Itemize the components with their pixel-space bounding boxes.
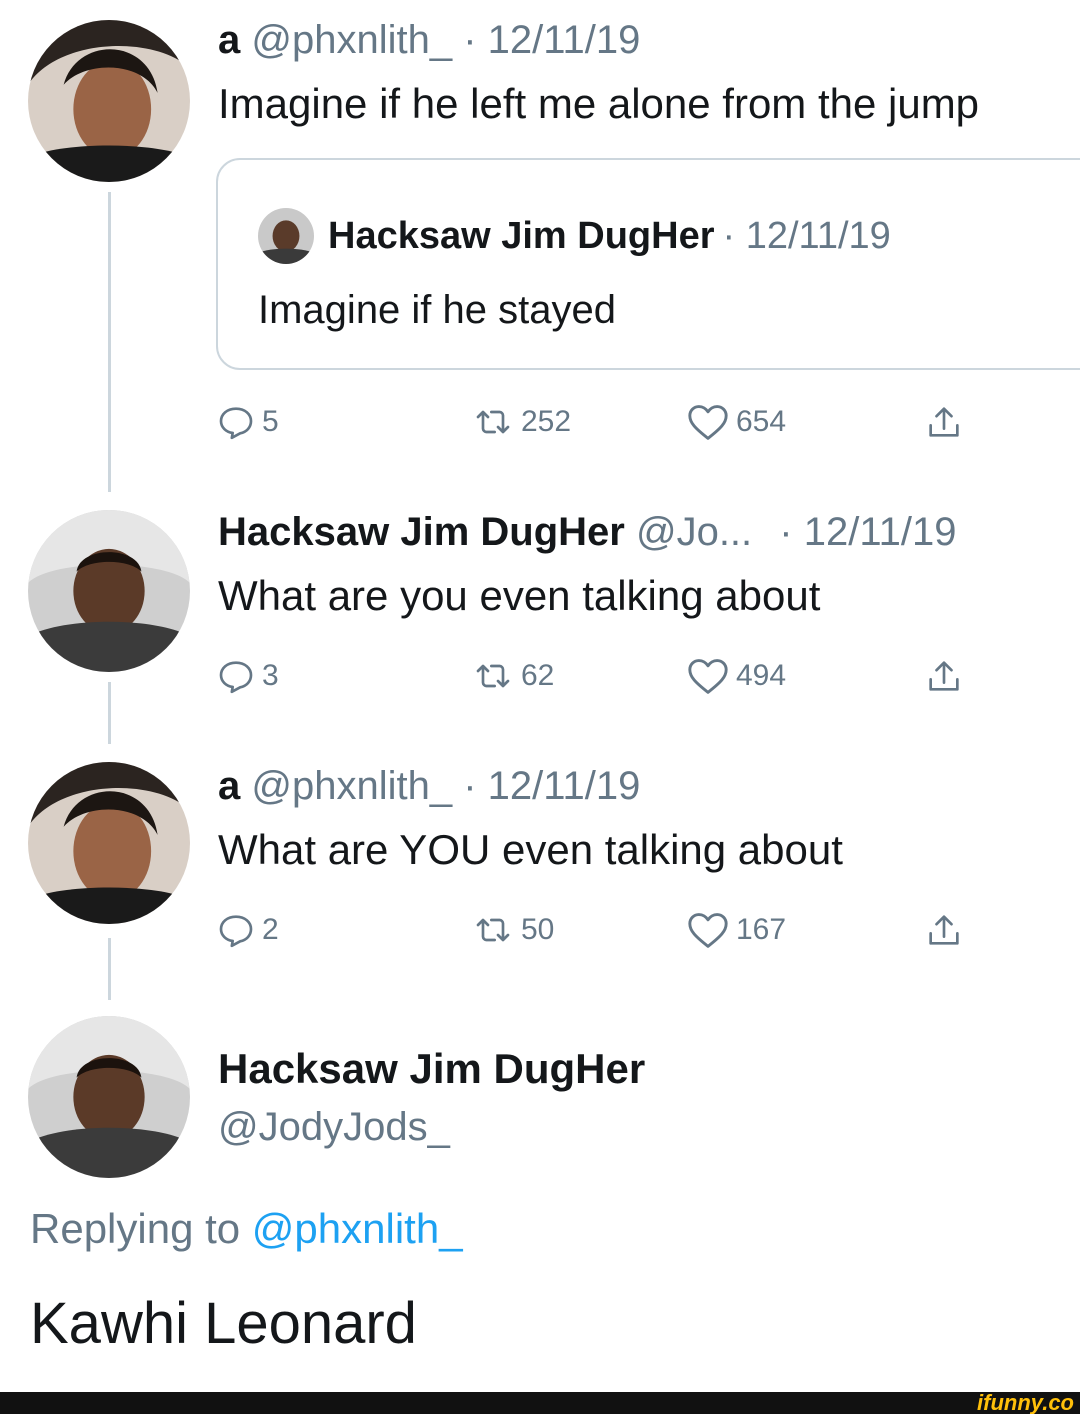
replying-to-link[interactable]: @phxnlith_ <box>252 1205 463 1252</box>
quoted-tweet-text: Imagine if he stayed <box>258 288 616 332</box>
like-count: 494 <box>736 659 787 692</box>
share-button[interactable] <box>924 908 964 952</box>
retweet-icon <box>476 918 510 942</box>
tweet-date[interactable]: · 12/11/19 <box>463 764 640 808</box>
tweet-text: What are you even talking about <box>218 572 821 619</box>
retweet-button[interactable]: 62 <box>471 654 554 698</box>
reply-button[interactable]: 5 <box>216 400 279 444</box>
main-tweet-handle[interactable]: @JodyJods_ <box>218 1105 450 1150</box>
tweet-author-name[interactable]: a <box>218 764 240 808</box>
heart-icon <box>688 659 728 694</box>
reply-count: 2 <box>262 913 279 946</box>
replying-to: Replying to @phxnlith_ <box>30 1205 463 1253</box>
tweet-header: a @phxnlith_ · 12/11/19 <box>218 18 640 63</box>
share-icon <box>929 915 959 945</box>
like-count: 167 <box>736 913 787 946</box>
tweet-text: Imagine if he left me alone from the jum… <box>218 80 980 127</box>
heart-icon <box>688 913 728 948</box>
tweet-actions: 3 62 494 <box>216 654 996 698</box>
replying-to-label: Replying to <box>30 1205 241 1252</box>
avatar-a[interactable] <box>28 20 190 182</box>
tweet-header: a @phxnlith_ · 12/11/19 <box>218 764 640 809</box>
quoted-date: · 12/11/19 <box>722 214 891 257</box>
thread-line <box>108 192 111 492</box>
quoted-avatar <box>258 208 314 264</box>
share-icon <box>929 407 959 437</box>
like-button[interactable]: 654 <box>686 400 786 444</box>
tweet-handle[interactable]: @Jo... <box>636 510 752 554</box>
thread-line <box>108 938 111 1000</box>
share-button[interactable] <box>924 400 964 444</box>
like-button[interactable]: 167 <box>686 908 786 952</box>
tweet-text: What are YOU even talking about <box>218 826 843 873</box>
like-button[interactable]: 494 <box>686 654 786 698</box>
reply-button[interactable]: 3 <box>216 654 279 698</box>
tweet-author-name[interactable]: Hacksaw Jim DugHer <box>218 510 625 554</box>
quoted-tweet-card[interactable]: Hacksaw Jim DugHer · 12/11/19 Imagine if… <box>216 158 1080 370</box>
tweet-date[interactable]: · 12/11/19 <box>779 510 956 554</box>
reply-icon <box>219 915 253 948</box>
retweet-icon <box>476 410 510 434</box>
like-count: 654 <box>736 405 787 438</box>
watermark-bar <box>0 1392 1080 1414</box>
retweet-count: 252 <box>521 405 572 438</box>
retweet-count: 62 <box>521 659 555 692</box>
quoted-tweet-header: Hacksaw Jim DugHer · 12/11/19 <box>258 208 891 264</box>
reply-icon <box>219 407 253 440</box>
share-button[interactable] <box>924 654 964 698</box>
reply-count: 5 <box>262 405 279 438</box>
reply-icon <box>219 661 253 694</box>
tweet-actions: 5 252 654 <box>216 400 996 444</box>
tweet-author-name[interactable]: a <box>218 18 240 62</box>
main-tweet-author-name[interactable]: Hacksaw Jim DugHer <box>218 1045 645 1093</box>
avatar-hacksaw[interactable] <box>28 1016 190 1178</box>
tweet-actions: 2 50 167 <box>216 908 996 952</box>
avatar-a[interactable] <box>28 762 190 924</box>
heart-icon <box>688 405 728 440</box>
tweet-header: Hacksaw Jim DugHer @Jo... · 12/11/19 <box>218 510 956 555</box>
watermark-logo: ifunny.co <box>977 1390 1074 1414</box>
share-icon <box>929 661 959 691</box>
avatar-hacksaw[interactable] <box>28 510 190 672</box>
retweet-button[interactable]: 252 <box>471 400 571 444</box>
retweet-button[interactable]: 50 <box>471 908 554 952</box>
tweet-handle[interactable]: @phxnlith_ <box>251 18 452 62</box>
reply-button[interactable]: 2 <box>216 908 279 952</box>
main-tweet-text: Kawhi Leonard <box>30 1291 417 1356</box>
tweet-handle[interactable]: @phxnlith_ <box>251 764 452 808</box>
retweet-icon <box>476 664 510 688</box>
reply-count: 3 <box>262 659 279 692</box>
quoted-author-name: Hacksaw Jim DugHer <box>328 214 715 257</box>
tweet-date[interactable]: · 12/11/19 <box>463 18 640 62</box>
thread-line <box>108 682 111 744</box>
retweet-count: 50 <box>521 913 555 946</box>
